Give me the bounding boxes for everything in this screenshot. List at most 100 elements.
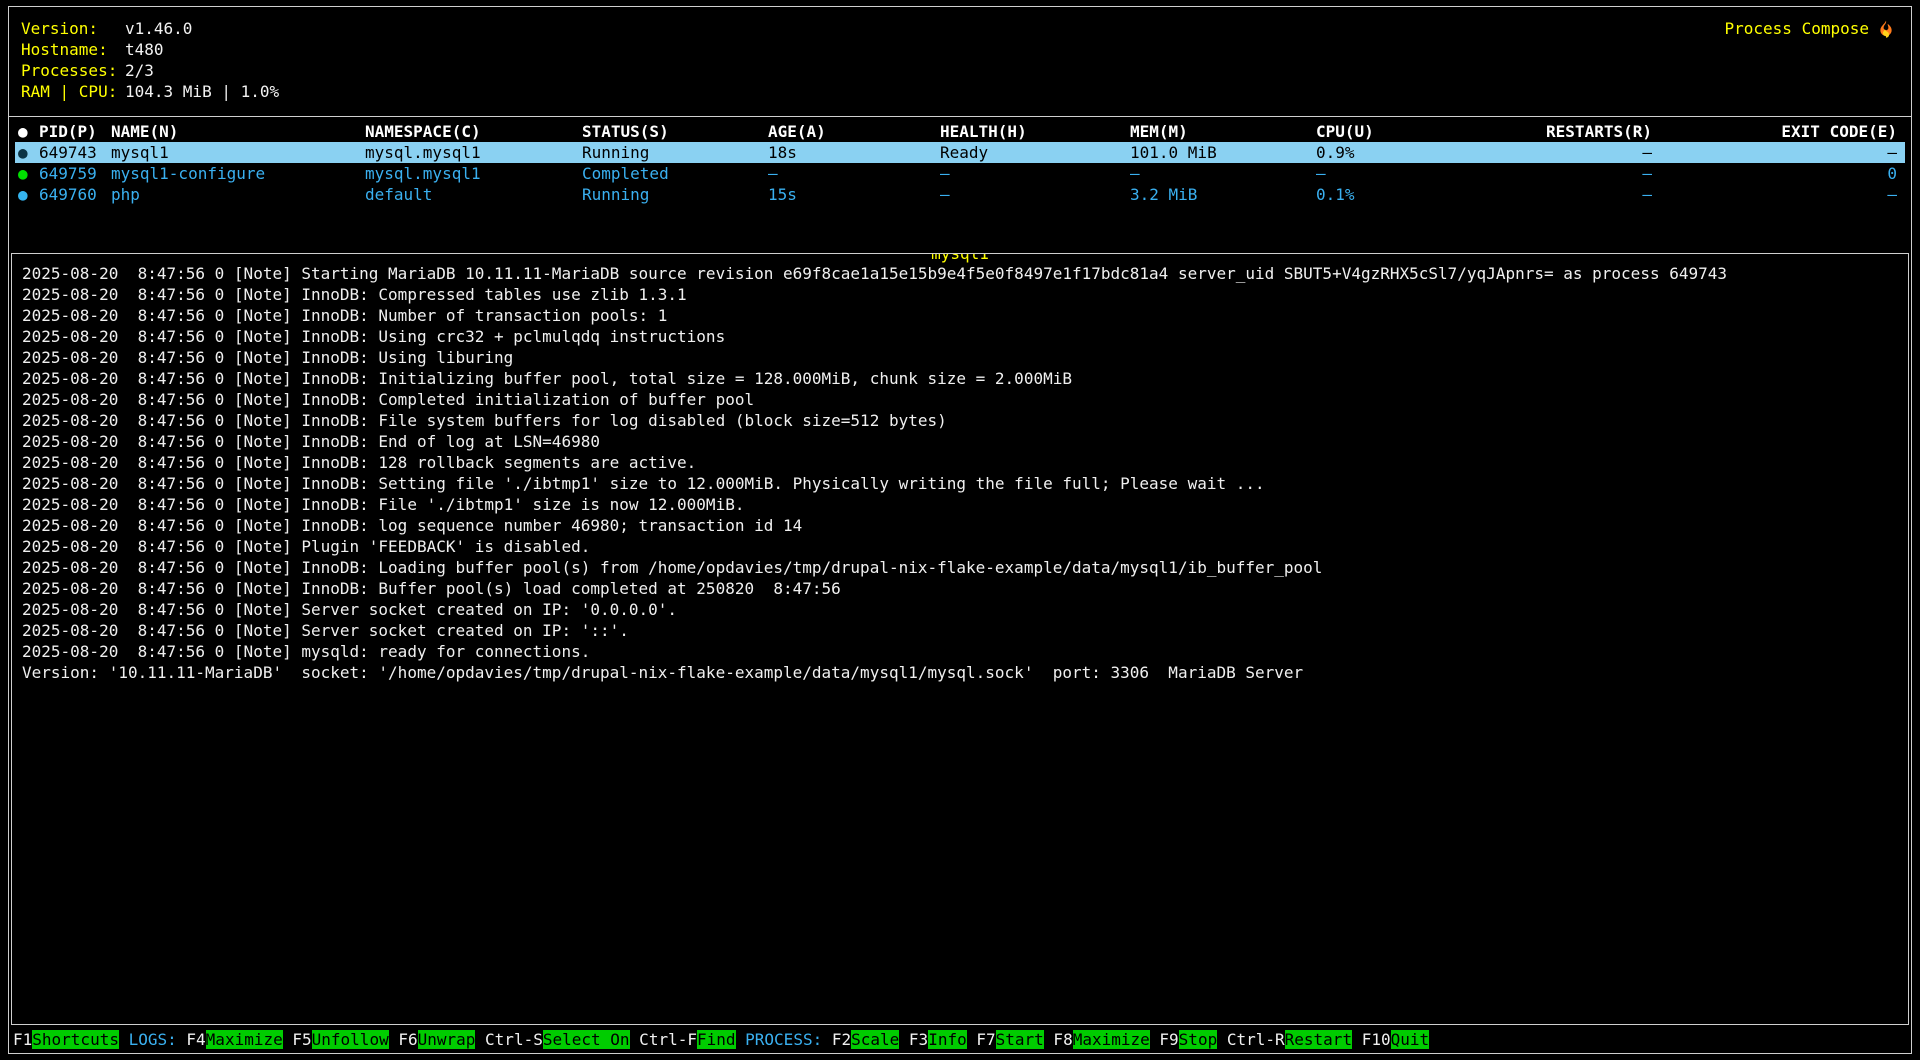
process-row-mysql1[interactable]: ● 649743 mysql1 mysql.mysql1 Running 18s… bbox=[15, 142, 1905, 163]
cell-namespace: default bbox=[365, 184, 582, 205]
footer-action-button[interactable]: Start bbox=[996, 1030, 1044, 1049]
log-line: 2025-08-20 8:47:56 0 [Note] InnoDB: Sett… bbox=[22, 473, 1898, 494]
process-status-icon: ● bbox=[15, 163, 39, 184]
cell-exit-code: – bbox=[1652, 142, 1905, 163]
process-row-php[interactable]: ● 649760 php default Running 15s – 3.2 M… bbox=[15, 184, 1905, 205]
cell-name: php bbox=[111, 184, 365, 205]
cell-exit-code: 0 bbox=[1652, 163, 1905, 184]
footer-key-label: Ctrl-R bbox=[1217, 1030, 1284, 1049]
process-status-icon: ● bbox=[15, 142, 39, 163]
log-line: 2025-08-20 8:47:56 0 [Note] InnoDB: Init… bbox=[22, 368, 1898, 389]
col-name[interactable]: NAME(N) bbox=[111, 121, 365, 142]
cell-health: – bbox=[940, 184, 1130, 205]
log-line: 2025-08-20 8:47:56 0 [Note] InnoDB: 128 … bbox=[22, 452, 1898, 473]
cell-name: mysql1 bbox=[111, 142, 365, 163]
cell-age: 15s bbox=[768, 184, 940, 205]
footer-key-label: F5 bbox=[283, 1030, 312, 1049]
footer-key-label: F4 bbox=[186, 1030, 205, 1049]
footer-section-label: LOGS: bbox=[119, 1030, 186, 1049]
footer-action-button[interactable]: Info bbox=[928, 1030, 967, 1049]
app-title-text: Process Compose bbox=[1725, 18, 1870, 39]
footer-action-button[interactable]: Shortcuts bbox=[32, 1030, 119, 1049]
cell-restarts: – bbox=[1466, 163, 1652, 184]
footer-action-button[interactable]: Scale bbox=[851, 1030, 899, 1049]
cell-pid: 649743 bbox=[39, 142, 111, 163]
footer-action-button[interactable]: Find bbox=[697, 1030, 736, 1049]
col-health[interactable]: HEALTH(H) bbox=[940, 121, 1130, 142]
log-line: 2025-08-20 8:47:56 0 [Note] Server socke… bbox=[22, 620, 1898, 641]
footer-key-label: F7 bbox=[967, 1030, 996, 1049]
processes-value: 2/3 bbox=[125, 60, 154, 81]
col-namespace[interactable]: NAMESPACE(C) bbox=[365, 121, 582, 142]
log-line: 2025-08-20 8:47:56 0 [Note] InnoDB: Numb… bbox=[22, 305, 1898, 326]
ram-cpu-label: RAM | CPU: bbox=[21, 81, 125, 102]
ram-cpu-value: 104.3 MiB | 1.0% bbox=[125, 81, 279, 102]
cell-age: 18s bbox=[768, 142, 940, 163]
process-table: ● PID(P) NAME(N) NAMESPACE(C) STATUS(S) … bbox=[9, 117, 1911, 253]
footer-action-button[interactable]: Select On bbox=[543, 1030, 630, 1049]
log-panel[interactable]: mysql1 2025-08-20 8:47:56 0 [Note] Start… bbox=[11, 253, 1909, 1025]
col-restarts[interactable]: RESTARTS(R) bbox=[1466, 121, 1652, 142]
footer-action-button[interactable]: Restart bbox=[1285, 1030, 1352, 1049]
cell-namespace: mysql.mysql1 bbox=[365, 142, 582, 163]
version-line: Version:v1.46.0 bbox=[21, 18, 1901, 39]
cell-mem: – bbox=[1130, 163, 1316, 184]
process-row-mysql1-configure[interactable]: ● 649759 mysql1-configure mysql.mysql1 C… bbox=[15, 163, 1905, 184]
col-age[interactable]: AGE(A) bbox=[768, 121, 940, 142]
footer-bar: F1Shortcuts LOGS: F4Maximize F5Unfollow … bbox=[9, 1025, 1911, 1053]
col-pid[interactable]: PID(P) bbox=[39, 121, 111, 142]
footer-action-button[interactable]: Quit bbox=[1391, 1030, 1430, 1049]
footer-key-label: F9 bbox=[1150, 1030, 1179, 1049]
log-line: 2025-08-20 8:47:56 0 [Note] Starting Mar… bbox=[22, 263, 1898, 284]
col-status[interactable]: STATUS(S) bbox=[582, 121, 768, 142]
cell-cpu: – bbox=[1316, 163, 1466, 184]
fire-icon bbox=[1877, 19, 1895, 38]
cell-namespace: mysql.mysql1 bbox=[365, 163, 582, 184]
footer-section-label: PROCESS: bbox=[736, 1030, 832, 1049]
footer-key-label: F1 bbox=[13, 1030, 32, 1049]
log-line: 2025-08-20 8:47:56 0 [Note] InnoDB: Comp… bbox=[22, 284, 1898, 305]
version-value: v1.46.0 bbox=[125, 18, 192, 39]
cell-exit-code: – bbox=[1652, 184, 1905, 205]
footer-key-label: Ctrl-F bbox=[630, 1030, 697, 1049]
log-line: 2025-08-20 8:47:56 0 [Note] InnoDB: log … bbox=[22, 515, 1898, 536]
col-cpu[interactable]: CPU(U) bbox=[1316, 121, 1466, 142]
processes-label: Processes: bbox=[21, 60, 125, 81]
hostname-line: Hostname:t480 bbox=[21, 39, 1901, 60]
log-line: 2025-08-20 8:47:56 0 [Note] Plugin 'FEED… bbox=[22, 536, 1898, 557]
footer-action-button[interactable]: Maximize bbox=[1073, 1030, 1150, 1049]
log-lines: 2025-08-20 8:47:56 0 [Note] Starting Mar… bbox=[22, 263, 1898, 683]
log-line: 2025-08-20 8:47:56 0 [Note] InnoDB: File… bbox=[22, 410, 1898, 431]
log-line: 2025-08-20 8:47:56 0 [Note] InnoDB: End … bbox=[22, 431, 1898, 452]
log-line: 2025-08-20 8:47:56 0 [Note] InnoDB: Usin… bbox=[22, 326, 1898, 347]
footer-action-button[interactable]: Maximize bbox=[206, 1030, 283, 1049]
log-line: 2025-08-20 8:47:56 0 [Note] InnoDB: File… bbox=[22, 494, 1898, 515]
app-title: Process Compose bbox=[1725, 18, 1896, 39]
process-compose-app: Version:v1.46.0 Hostname:t480 Processes:… bbox=[8, 6, 1912, 1054]
log-line: 2025-08-20 8:47:56 0 [Note] InnoDB: Comp… bbox=[22, 389, 1898, 410]
log-line: 2025-08-20 8:47:56 0 [Note] InnoDB: Usin… bbox=[22, 347, 1898, 368]
footer-action-button[interactable]: Stop bbox=[1179, 1030, 1218, 1049]
status-dot-column-header: ● bbox=[15, 121, 39, 142]
cell-mem: 3.2 MiB bbox=[1130, 184, 1316, 205]
log-panel-title: mysql1 bbox=[930, 253, 990, 264]
footer-key-label: F10 bbox=[1352, 1030, 1391, 1049]
cell-pid: 649759 bbox=[39, 163, 111, 184]
footer-action-button[interactable]: Unwrap bbox=[418, 1030, 476, 1049]
cell-mem: 101.0 MiB bbox=[1130, 142, 1316, 163]
version-label: Version: bbox=[21, 18, 125, 39]
col-exit-code[interactable]: EXIT CODE(E) bbox=[1652, 121, 1905, 142]
cell-pid: 649760 bbox=[39, 184, 111, 205]
cell-restarts: – bbox=[1466, 184, 1652, 205]
footer-action-button[interactable]: Unfollow bbox=[312, 1030, 389, 1049]
cell-status: Completed bbox=[582, 163, 768, 184]
process-status-icon: ● bbox=[15, 184, 39, 205]
cell-restarts: – bbox=[1466, 142, 1652, 163]
footer-key-label: F2 bbox=[832, 1030, 851, 1049]
cell-age: – bbox=[768, 163, 940, 184]
log-line: 2025-08-20 8:47:56 0 [Note] InnoDB: Buff… bbox=[22, 578, 1898, 599]
cell-cpu: 0.9% bbox=[1316, 142, 1466, 163]
log-line: 2025-08-20 8:47:56 0 [Note] mysqld: read… bbox=[22, 641, 1898, 662]
cell-health: – bbox=[940, 163, 1130, 184]
col-mem[interactable]: MEM(M) bbox=[1130, 121, 1316, 142]
